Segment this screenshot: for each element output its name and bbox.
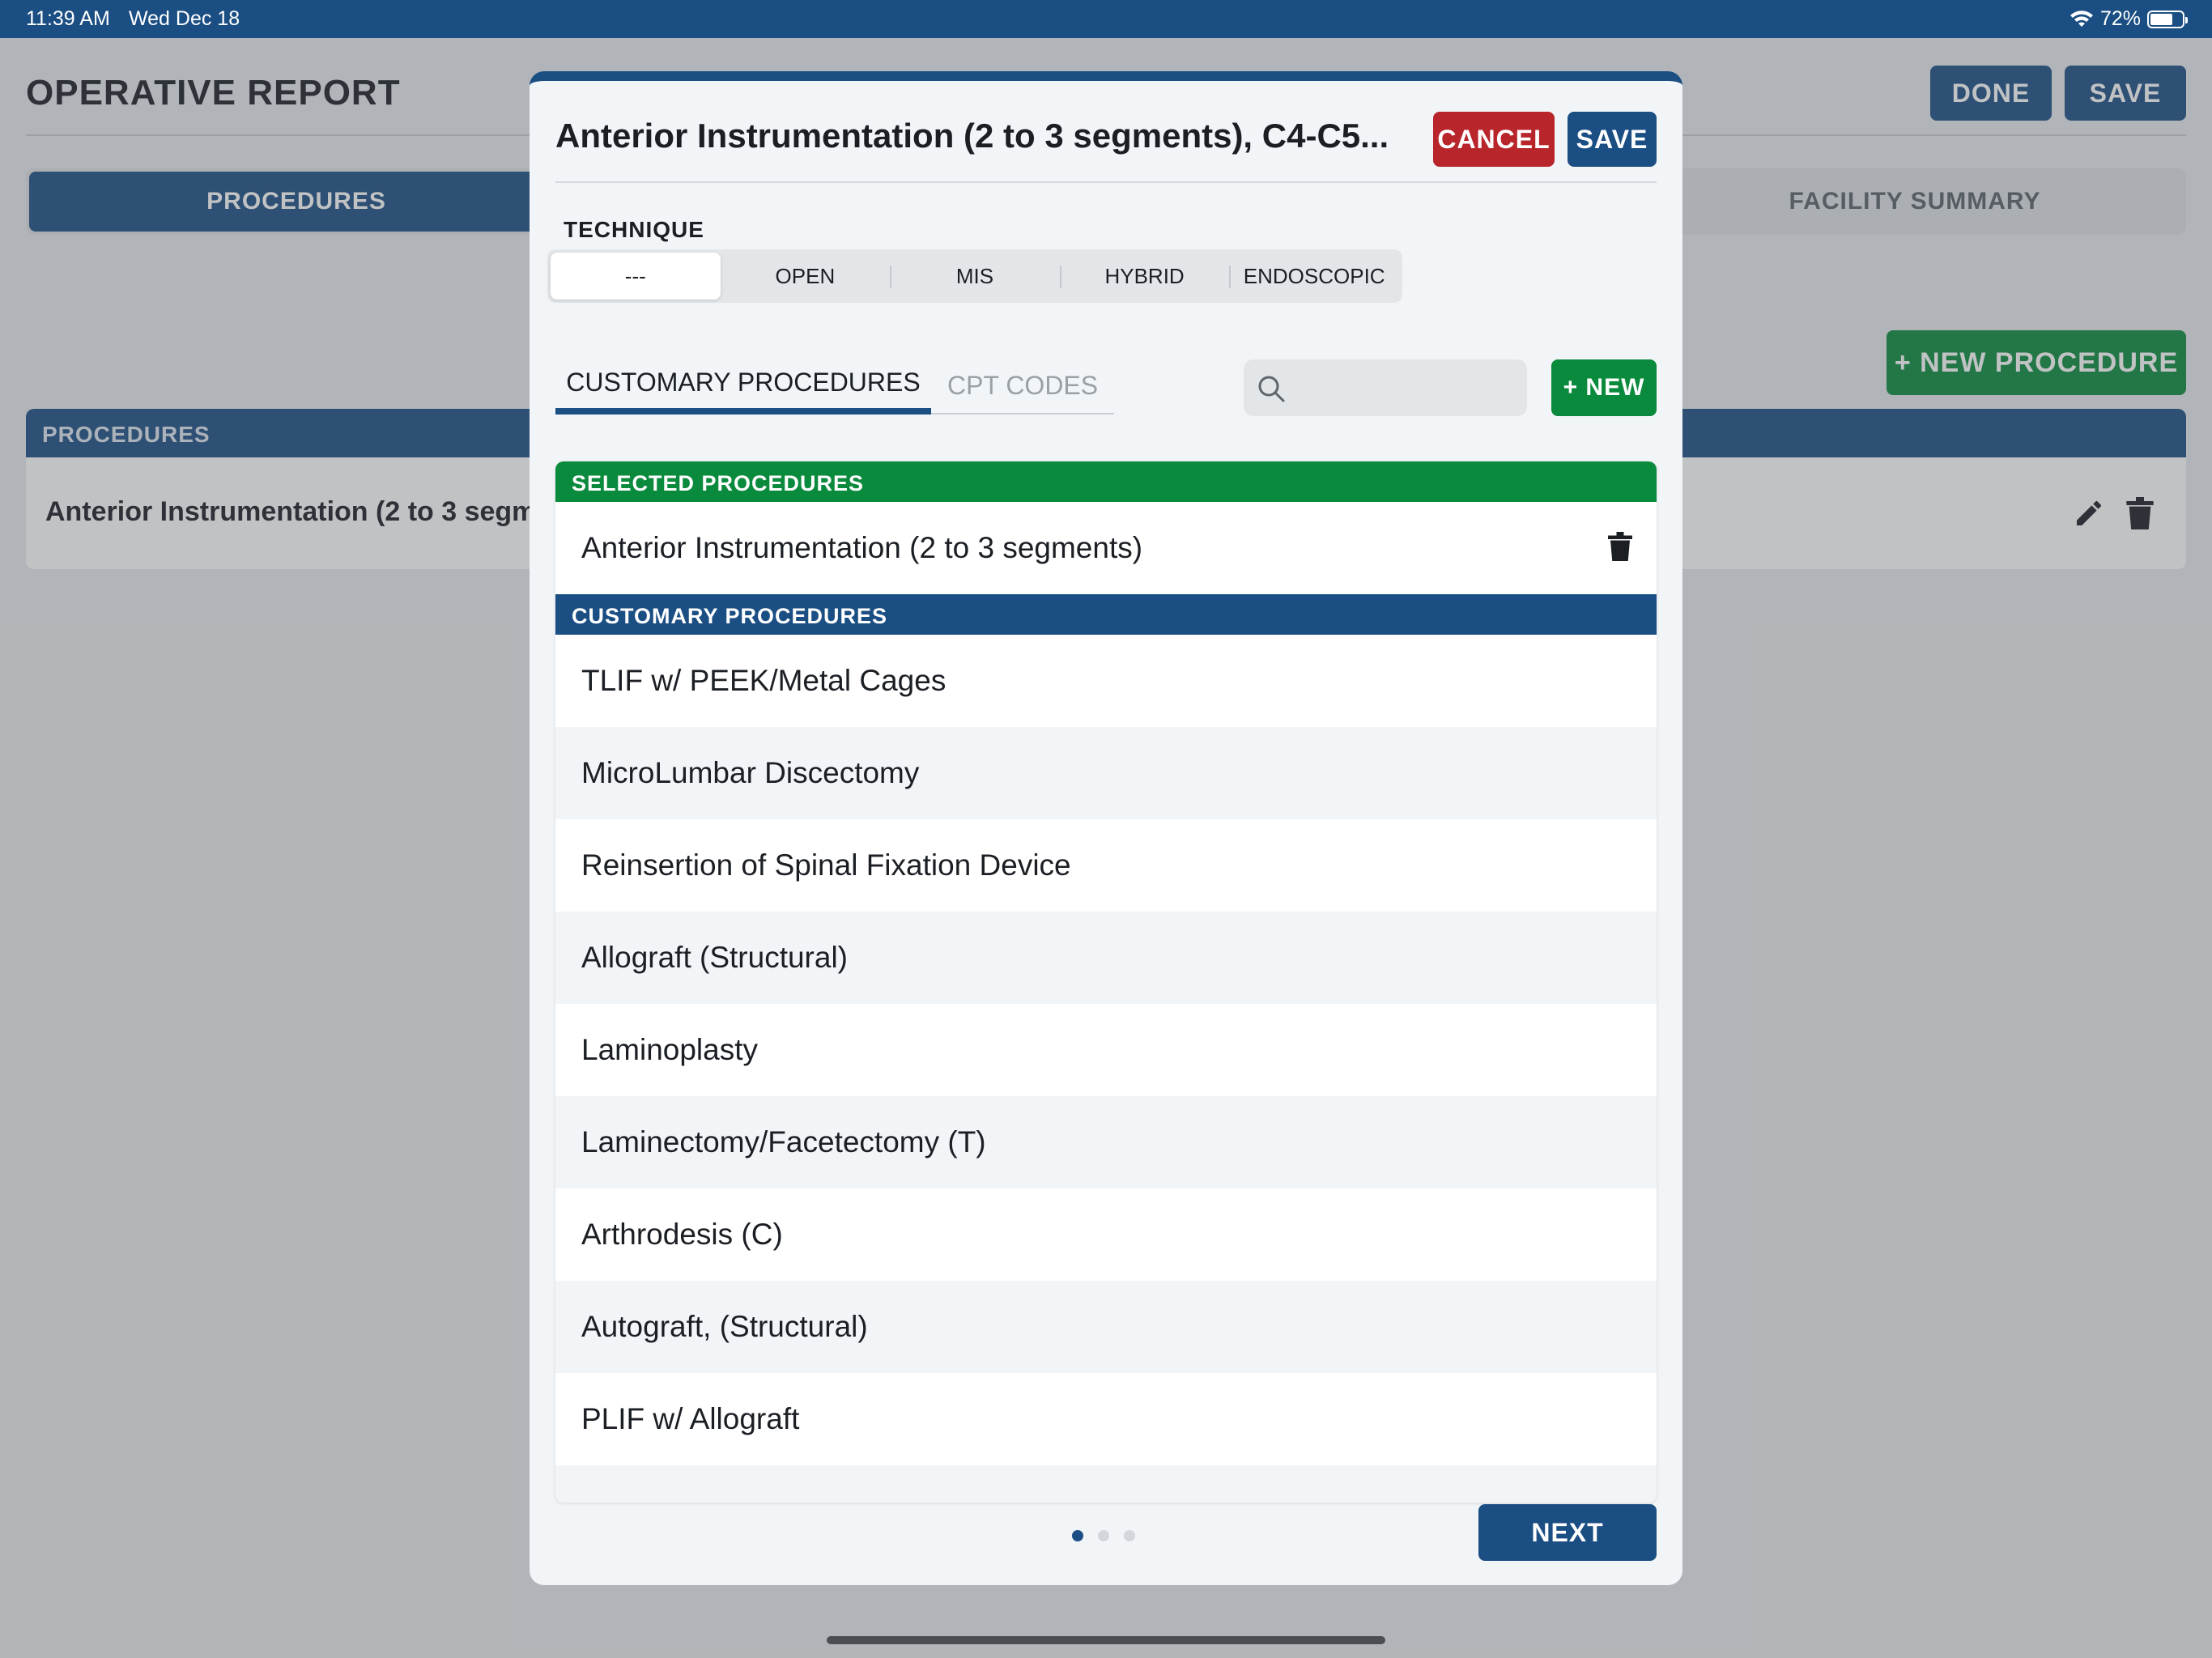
list-item[interactable]: Arthrodesis (C) xyxy=(555,1188,1657,1281)
status-right: 72% xyxy=(2069,7,2188,31)
page-dot[interactable] xyxy=(1098,1530,1109,1541)
list-item[interactable]: MicroLumbar Discectomy xyxy=(555,727,1657,819)
battery-icon xyxy=(2147,10,2188,28)
procedure-source-tabs: CUSTOMARY PROCEDURES CPT CODES xyxy=(555,361,1114,414)
modal-save-button[interactable]: SAVE xyxy=(1568,112,1657,167)
tab-cpt-codes[interactable]: CPT CODES xyxy=(947,361,1098,410)
technique-option-mis[interactable]: MIS xyxy=(890,253,1060,300)
new-button[interactable]: + NEW xyxy=(1551,359,1657,416)
battery-percent: 72% xyxy=(2099,7,2141,30)
list-item[interactable]: TLIF w/ PEEK/Metal Cages xyxy=(555,635,1657,727)
technique-option-endoscopic[interactable]: ENDOSCOPIC xyxy=(1229,253,1399,300)
modal-title: Anterior Instrumentation (2 to 3 segment… xyxy=(555,117,1389,155)
list-item-partial[interactable] xyxy=(555,1465,1657,1503)
list-item[interactable]: Laminoplasty xyxy=(555,1004,1657,1096)
next-button[interactable]: NEXT xyxy=(1478,1504,1657,1561)
battery-level xyxy=(2150,13,2173,25)
search-icon xyxy=(1258,376,1285,402)
status-time: 11:39 AM xyxy=(26,7,110,30)
procedure-modal: Anterior Instrumentation (2 to 3 segment… xyxy=(530,71,1682,1585)
page-dot[interactable] xyxy=(1072,1530,1083,1541)
procedure-list: SELECTED PROCEDURES Anterior Instrumenta… xyxy=(555,461,1657,1503)
selected-procedure-row[interactable]: Anterior Instrumentation (2 to 3 segment… xyxy=(555,502,1657,594)
list-item[interactable]: Reinsertion of Spinal Fixation Device xyxy=(555,819,1657,912)
page-dot[interactable] xyxy=(1124,1530,1135,1541)
technique-option-none[interactable]: --- xyxy=(551,253,721,300)
selected-procedures-header: SELECTED PROCEDURES xyxy=(555,461,1657,502)
technique-label: TECHNIQUE xyxy=(564,217,704,242)
customary-procedures-header: CUSTOMARY PROCEDURES xyxy=(555,594,1657,635)
tab-customary-procedures[interactable]: CUSTOMARY PROCEDURES xyxy=(555,361,931,414)
technique-segmented-control: --- OPEN MIS HYBRID ENDOSCOPIC xyxy=(547,249,1402,303)
technique-option-hybrid[interactable]: HYBRID xyxy=(1059,253,1230,300)
selected-procedure-label: Anterior Instrumentation (2 to 3 segment… xyxy=(581,531,1143,564)
search-input[interactable] xyxy=(1244,359,1527,416)
technique-option-open[interactable]: OPEN xyxy=(721,253,891,300)
wifi-icon xyxy=(2069,10,2093,27)
trash-icon[interactable] xyxy=(1608,531,1632,562)
status-bar: 11:39 AM Wed Dec 18 72% xyxy=(0,0,2212,38)
list-item[interactable]: PLIF w/ Allograft xyxy=(555,1373,1657,1465)
list-item[interactable]: Autograft, (Structural) xyxy=(555,1281,1657,1373)
home-indicator[interactable] xyxy=(827,1636,1385,1644)
list-item[interactable]: Allograft (Structural) xyxy=(555,912,1657,1004)
status-date: Wed Dec 18 xyxy=(129,7,240,30)
cancel-button[interactable]: CANCEL xyxy=(1433,112,1555,167)
modal-divider xyxy=(555,181,1657,183)
page-indicator[interactable] xyxy=(1072,1530,1135,1541)
list-item[interactable]: Laminectomy/Facetectomy (T) xyxy=(555,1096,1657,1188)
